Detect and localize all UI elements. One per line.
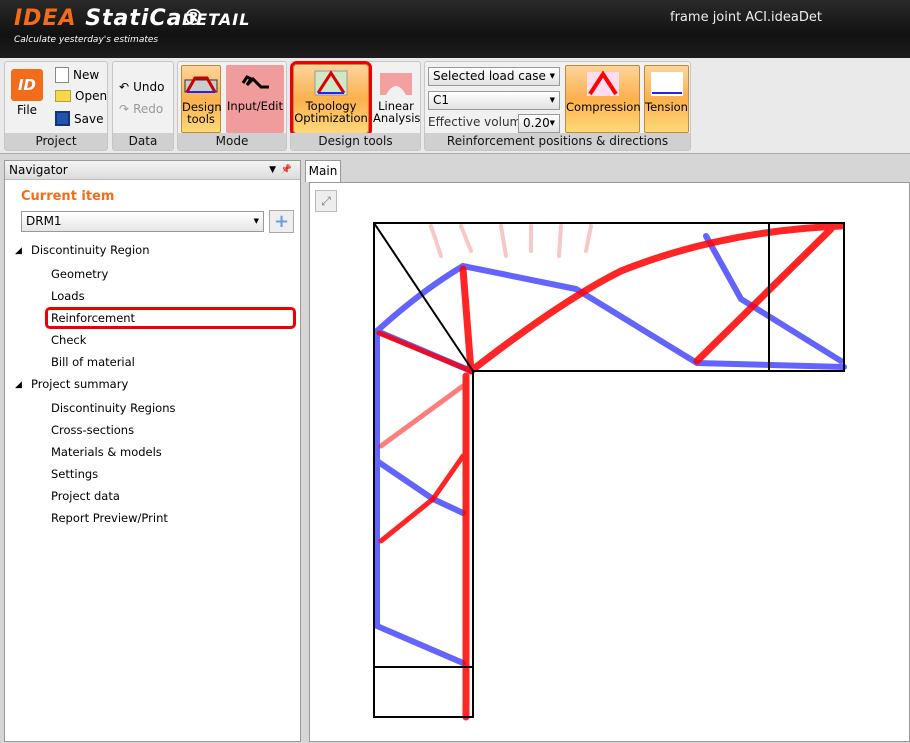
input-edit-mode-button[interactable]: Input/Edit <box>226 65 284 133</box>
topology-label: Topology Optimization <box>294 99 368 125</box>
tree-item-cross-sections[interactable]: Cross-sections <box>51 423 134 437</box>
tree-item-project-data[interactable]: Project data <box>51 489 120 503</box>
group-data: ↶ Undo ↷ Redo Data <box>112 61 174 151</box>
topology-drawing <box>373 222 847 721</box>
input-edit-icon <box>241 75 269 89</box>
tree-item-report-preview[interactable]: Report Preview/Print <box>51 511 168 525</box>
file-label: File <box>16 103 38 117</box>
redo-button[interactable]: ↷ Redo <box>119 102 163 116</box>
dropdown-arrow-icon[interactable]: ▼ <box>269 161 276 180</box>
tagline: Calculate yesterday's estimates <box>14 35 159 45</box>
group-label-mode: Mode <box>178 133 286 150</box>
main-canvas[interactable]: ⤢ <box>309 182 910 742</box>
tree-item-materials-models[interactable]: Materials & models <box>51 445 162 459</box>
collapse-icon[interactable]: ◢ <box>15 380 22 390</box>
product-name: DETAIL <box>182 10 251 29</box>
effective-volume-value: 0.20 <box>523 116 550 130</box>
linear-analysis-icon <box>380 73 412 95</box>
navigator-panel: Navigator ▼ 📌 Current item DRM1 ▼ + ◢ Disco… <box>4 160 301 742</box>
compression-label: Compression <box>566 100 641 114</box>
logo: IDEA StatiCa® DETAIL <box>14 6 249 31</box>
group-label-project: Project <box>5 133 107 150</box>
tension-button[interactable]: Tension <box>644 65 689 133</box>
effective-volume-label: Effective volume <box>428 115 529 129</box>
tree-item-settings[interactable]: Settings <box>51 467 98 481</box>
file-button[interactable]: ID File <box>7 65 47 133</box>
faded-compression-fan <box>429 224 593 258</box>
topology-optimization-button[interactable]: Topology Optimization <box>290 61 372 137</box>
group-label-data: Data <box>113 133 173 150</box>
tree-project-summary[interactable]: Project summary <box>31 377 128 391</box>
idea-file-icon: ID <box>11 69 43 101</box>
undo-label: Undo <box>133 80 165 94</box>
tree-discontinuity-region[interactable]: Discontinuity Region <box>31 243 150 257</box>
open-button[interactable]: Open <box>55 89 107 103</box>
tension-struts <box>374 233 847 666</box>
ribbon: ID File New Open Save Project ↶ Undo ↷ Red… <box>0 58 910 154</box>
load-case-mode-value: Selected load case <box>433 69 546 83</box>
tree-item-discontinuity-regions[interactable]: Discontinuity Regions <box>51 401 176 415</box>
redo-icon: ↷ <box>119 102 130 116</box>
tension-label: Tension <box>645 100 688 114</box>
load-case-mode-select[interactable]: Selected load case ▼ <box>428 67 560 86</box>
current-item-label: Current item <box>21 189 115 204</box>
folder-icon <box>55 90 71 102</box>
group-project: ID File New Open Save Project <box>4 61 108 151</box>
current-item-select[interactable]: DRM1 ▼ <box>21 211 264 232</box>
dropdown-arrow-icon: ▼ <box>549 119 555 127</box>
title-bar: IDEA StatiCa® DETAIL Calculate yesterday'… <box>0 0 910 58</box>
logo-brand: IDEA <box>14 6 77 31</box>
load-case-value: C1 <box>433 93 450 107</box>
redo-label: Redo <box>133 102 164 116</box>
effective-volume-select[interactable]: 0.20 ▼ <box>518 114 560 133</box>
region-outline <box>373 222 845 718</box>
tree-item-check[interactable]: Check <box>51 333 86 347</box>
tab-main[interactable]: Main <box>305 160 341 182</box>
compression-button[interactable]: Compression <box>565 65 641 133</box>
navigator-header: Navigator ▼ 📌 <box>5 161 300 180</box>
navigator-title: Navigator <box>9 163 68 177</box>
compression-icon <box>586 70 619 96</box>
load-case-select[interactable]: C1 ▼ <box>428 91 560 110</box>
design-tools-mode-button[interactable]: Design tools <box>181 65 222 133</box>
dropdown-arrow-icon: ▼ <box>549 72 555 80</box>
group-reinforcement: Selected load case ▼ C1 ▼ Effective volume… <box>424 61 691 151</box>
linear-analysis-button[interactable]: Linear Analysis <box>373 65 421 133</box>
group-label-design-tools: Design tools <box>291 133 420 150</box>
new-button[interactable]: New <box>55 67 99 83</box>
new-label: New <box>73 68 100 82</box>
tree-item-reinforcement[interactable]: Reinforcement <box>51 311 135 325</box>
floppy-icon <box>55 111 70 126</box>
save-label: Save <box>74 111 104 126</box>
tree-item-geometry[interactable]: Geometry <box>51 267 108 281</box>
tree-item-bill-of-material[interactable]: Bill of material <box>51 355 135 369</box>
tab-strip: Main <box>305 160 910 182</box>
add-item-button[interactable]: + <box>269 210 294 233</box>
save-button[interactable]: Save <box>55 111 103 126</box>
document-title: frame joint ACI.ideaDet <box>670 10 822 25</box>
compression-struts <box>376 222 845 721</box>
topology-icon <box>314 70 348 96</box>
dropdown-arrow-icon: ▼ <box>253 217 259 225</box>
linear-label: Linear Analysis <box>373 99 421 125</box>
undo-button[interactable]: ↶ Undo <box>119 80 164 94</box>
collapse-icon[interactable]: ◢ <box>15 246 22 256</box>
design-tools-label: Design tools <box>182 100 222 126</box>
undo-icon: ↶ <box>119 80 130 94</box>
tension-icon <box>650 72 683 96</box>
input-edit-label: Input/Edit <box>227 99 283 113</box>
new-document-icon <box>55 67 69 83</box>
group-mode: Design tools Input/Edit Mode <box>177 61 287 151</box>
tree-item-loads[interactable]: Loads <box>51 289 85 303</box>
group-label-reinforcement: Reinforcement positions & directions <box>425 133 690 150</box>
pin-icon[interactable]: 📌 <box>281 161 292 180</box>
design-tools-icon <box>184 76 218 93</box>
dropdown-arrow-icon: ▼ <box>549 96 555 104</box>
group-design-tools: Topology Optimization Linear Analysis De… <box>290 61 421 151</box>
current-item-value: DRM1 <box>26 214 62 228</box>
open-label: Open <box>75 89 108 103</box>
